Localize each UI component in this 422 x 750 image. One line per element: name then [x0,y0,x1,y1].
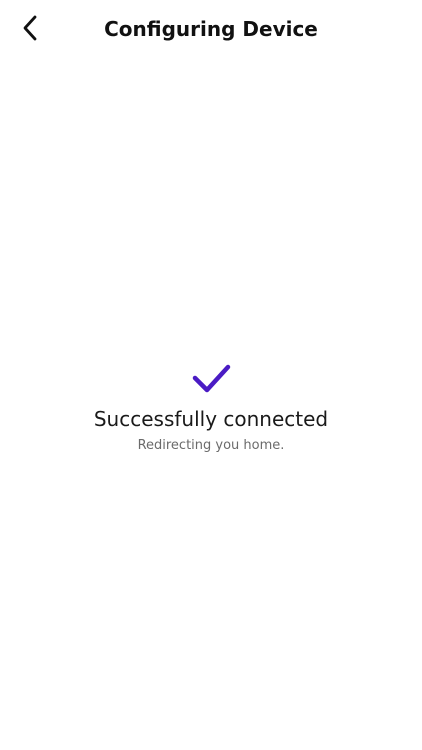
header: Configuring Device [0,0,422,58]
status-title: Successfully connected [93,407,329,431]
checkmark-icon [192,364,231,393]
configuring-device-screen: Configuring Device Successfully connecte… [0,0,422,750]
page-title: Configuring Device [104,17,318,41]
status-subtitle: Redirecting you home. [137,438,285,453]
status-panel: Successfully connected Redirecting you h… [0,362,422,455]
